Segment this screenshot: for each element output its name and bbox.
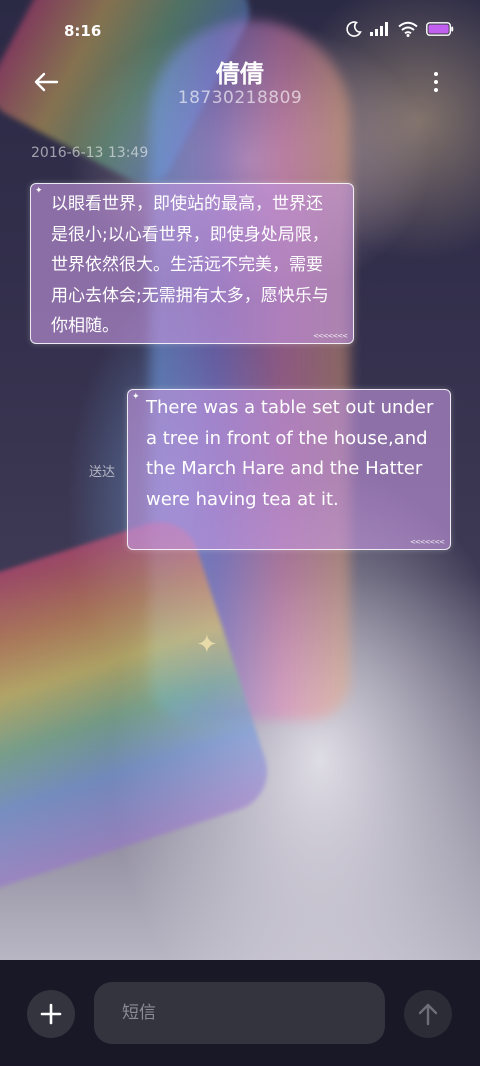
- message-input[interactable]: [94, 982, 385, 1044]
- add-attachment-button[interactable]: [27, 990, 75, 1038]
- send-button[interactable]: [404, 990, 452, 1038]
- message-timestamp: 2016-6-13 13:49: [31, 145, 149, 161]
- wallpaper-star-icon: ✦: [196, 630, 218, 660]
- status-bar: 8:16: [0, 0, 480, 60]
- bubble-decoration: <<<<<<<: [312, 332, 348, 340]
- outgoing-message-text: There was a table set out under a tree i…: [146, 397, 434, 510]
- signal-icon: [370, 22, 388, 36]
- status-icons: [346, 21, 454, 37]
- moon-icon: [346, 21, 362, 37]
- plus-icon: [40, 1003, 62, 1025]
- more-vertical-icon-dot: [434, 80, 438, 84]
- delivery-status: 送达: [89, 465, 116, 480]
- bubble-sparkle-icon: ✦: [35, 186, 43, 196]
- contact-name[interactable]: 倩倩: [0, 54, 480, 89]
- more-vertical-icon-dot: [434, 88, 438, 92]
- bubble-decoration: <<<<<<<: [409, 538, 445, 546]
- send-arrow-up-icon: [418, 1003, 438, 1026]
- outgoing-message-bubble[interactable]: ✦ There was a table set out under a tree…: [127, 389, 451, 550]
- wifi-icon: [398, 21, 418, 37]
- incoming-message-bubble[interactable]: ✦ 以眼看世界，即使站的最高，世界还是很小;以心看世界，即使身处局限，世界依然很…: [30, 183, 354, 344]
- message-composer: [0, 960, 480, 1066]
- bubble-sparkle-icon: ✦: [132, 392, 140, 402]
- more-vertical-icon-dot: [434, 72, 438, 76]
- incoming-message-text: 以眼看世界，即使站的最高，世界还是很小;以心看世界，即使身处局限，世界依然很大。…: [51, 194, 329, 336]
- contact-number[interactable]: 18730218809: [0, 88, 480, 108]
- battery-icon: [426, 22, 454, 36]
- more-options-button[interactable]: [426, 68, 446, 96]
- status-time: 8:16: [64, 22, 102, 40]
